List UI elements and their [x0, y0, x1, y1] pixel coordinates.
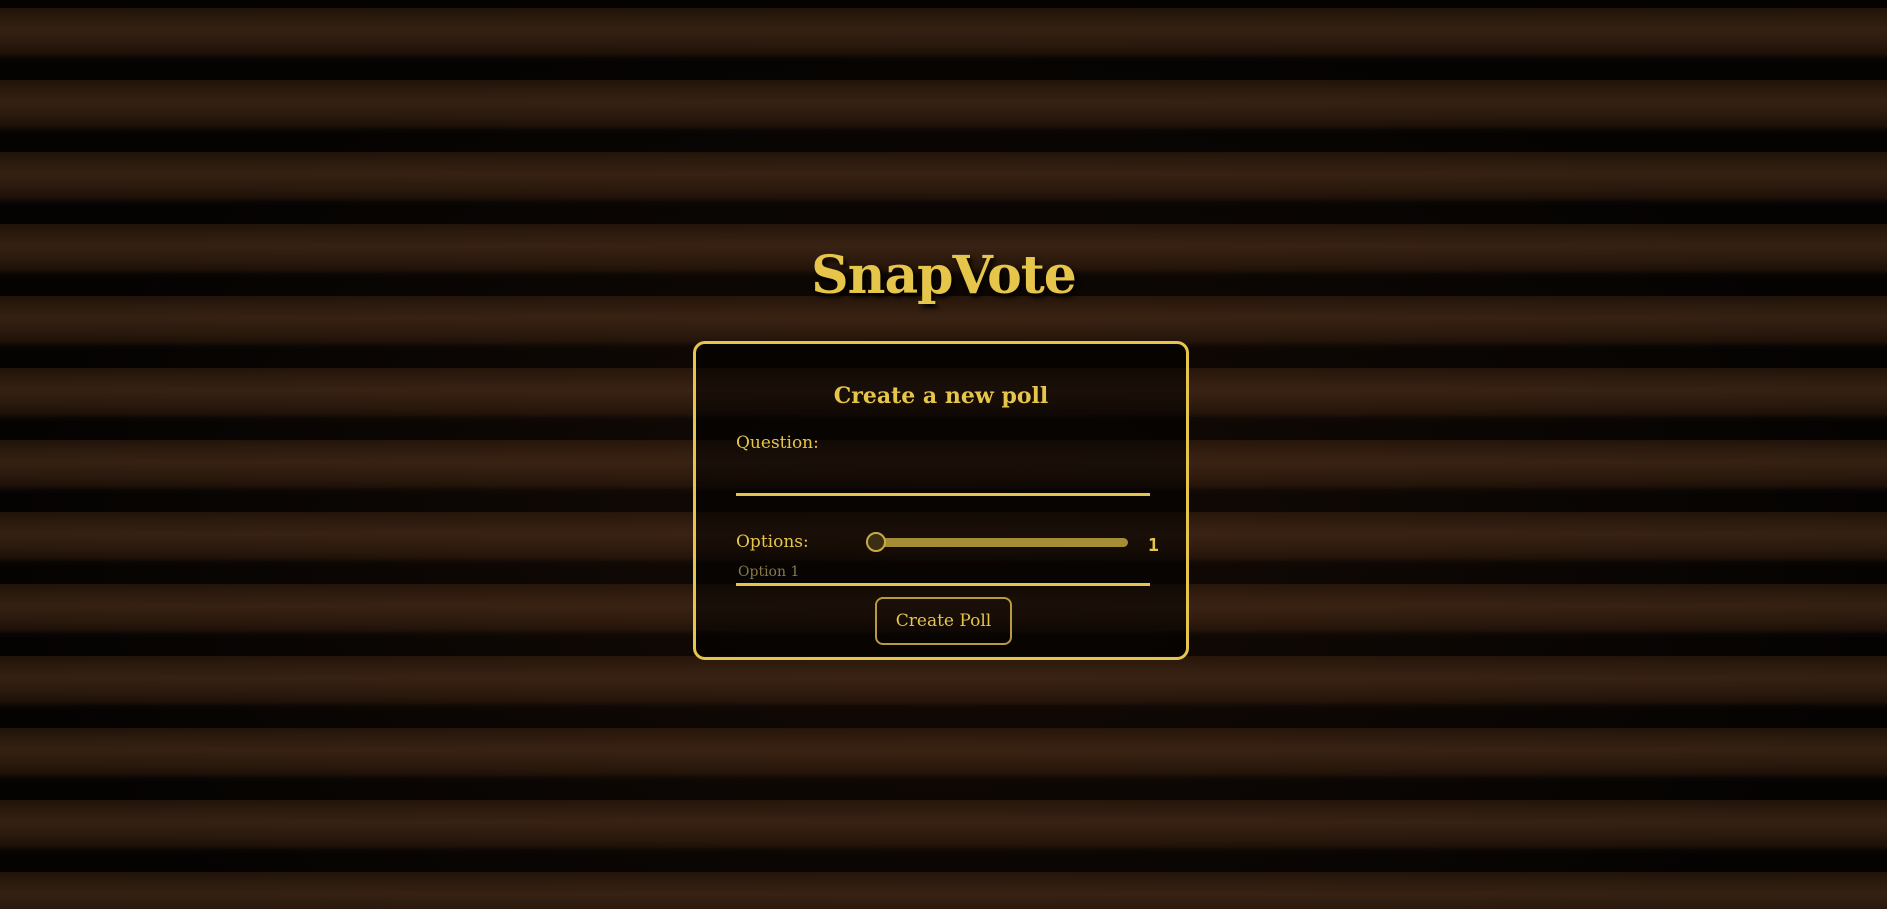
option-1-input[interactable]: [736, 560, 1150, 586]
slider-thumb[interactable]: [866, 532, 886, 552]
options-count-slider[interactable]: [866, 532, 1128, 552]
create-poll-button[interactable]: Create Poll: [875, 597, 1012, 645]
app-title: SnapVote: [811, 245, 1077, 306]
form-heading: Create a new poll: [833, 383, 1049, 409]
options-count-value: 1: [1148, 535, 1159, 556]
create-poll-card: Create a new poll Question: Options: 1 C…: [693, 341, 1189, 660]
slider-track[interactable]: [866, 538, 1128, 547]
options-label: Options:: [736, 532, 809, 552]
question-label: Question:: [736, 433, 819, 453]
question-input[interactable]: [736, 464, 1150, 496]
